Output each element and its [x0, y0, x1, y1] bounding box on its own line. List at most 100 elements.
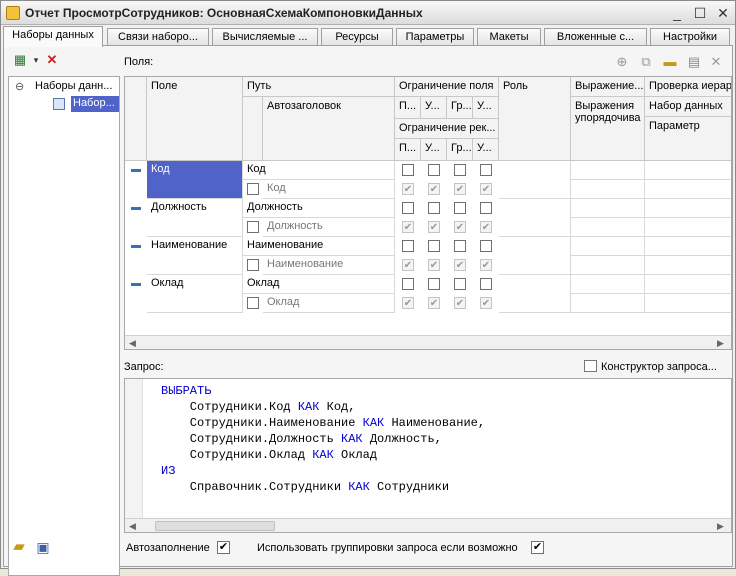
field-restriction-checkbox[interactable] [402, 278, 414, 290]
scroll-right-icon[interactable]: ▶ [717, 338, 724, 349]
req-restriction-checkbox[interactable]: ✔ [480, 221, 492, 233]
add-group-icon[interactable]: ▤ [686, 54, 702, 70]
field-order-expression-cell[interactable] [571, 218, 645, 237]
query-text[interactable]: ВЫБРАТЬ Сотрудники.Код КАК Код, Сотрудни… [161, 383, 485, 495]
req-restriction-checkbox[interactable]: ✔ [454, 183, 466, 195]
field-parameter-cell[interactable] [645, 294, 731, 313]
subcolumn-req-3[interactable]: Гр... [447, 139, 473, 161]
field-title-cell[interactable]: Оклад [263, 294, 395, 313]
field-restriction-checkbox[interactable] [454, 202, 466, 214]
req-restriction-checkbox[interactable]: ✔ [454, 297, 466, 309]
autotitle-checkbox[interactable] [247, 259, 259, 271]
tab-dataset-links[interactable]: Связи наборо... [107, 28, 209, 46]
tab-resources[interactable]: Ресурсы [321, 28, 393, 46]
close-button[interactable]: ✕ [713, 4, 733, 22]
field-hierarchy-cell[interactable] [645, 161, 731, 180]
req-restriction-checkbox[interactable]: ✔ [428, 221, 440, 233]
open-folder-icon[interactable]: ▰ [11, 539, 27, 555]
add-dataset-icon[interactable]: ▦ [12, 52, 28, 68]
subcolumn-field-1[interactable]: П... [395, 97, 421, 119]
field-name-cell[interactable]: Код [147, 161, 243, 199]
column-expression[interactable]: Выражение... [571, 77, 645, 97]
copy-field-icon[interactable]: ⧉ [638, 54, 654, 70]
field-role-cell[interactable] [499, 161, 571, 199]
column-parameter[interactable]: Параметр [645, 117, 731, 161]
column-path[interactable]: Путь [243, 77, 395, 97]
field-hierarchy-cell[interactable] [645, 275, 731, 294]
req-restriction-checkbox[interactable]: ✔ [428, 297, 440, 309]
req-restriction-checkbox[interactable]: ✔ [428, 183, 440, 195]
subcolumn-field-2[interactable]: У... [421, 97, 447, 119]
field-title-cell[interactable]: Должность [263, 218, 395, 237]
fields-hscrollbar[interactable]: ◀ ▶ [125, 335, 731, 349]
field-restriction-checkbox[interactable] [402, 240, 414, 252]
field-path-cell[interactable]: Наименование [243, 237, 395, 256]
autotitle-checkbox[interactable] [247, 221, 259, 233]
field-restriction-checkbox[interactable] [402, 164, 414, 176]
add-field-icon[interactable]: ⊕ [614, 54, 630, 70]
field-restriction-checkbox[interactable] [480, 240, 492, 252]
field-order-expression-cell[interactable] [571, 294, 645, 313]
tab-nested-schemas[interactable]: Вложенные с... [544, 28, 647, 46]
tab-calculated-fields[interactable]: Вычисляемые ... [212, 28, 318, 46]
column-field-restriction[interactable]: Ограничение поля [395, 77, 499, 97]
field-name-cell[interactable]: Наименование [147, 237, 243, 275]
column-dataset[interactable]: Набор данных [645, 97, 731, 117]
field-parameter-cell[interactable] [645, 218, 731, 237]
field-title-cell[interactable]: Наименование [263, 256, 395, 275]
field-hierarchy-cell[interactable] [645, 237, 731, 256]
req-restriction-checkbox[interactable]: ✔ [454, 221, 466, 233]
field-restriction-checkbox[interactable] [428, 164, 440, 176]
field-role-cell[interactable] [499, 237, 571, 275]
tab-parameters[interactable]: Параметры [396, 28, 474, 46]
query-scroll-thumb[interactable] [155, 521, 275, 531]
field-restriction-checkbox[interactable] [402, 202, 414, 214]
field-role-cell[interactable] [499, 275, 571, 313]
req-restriction-checkbox[interactable]: ✔ [480, 259, 492, 271]
column-field[interactable]: Поле [147, 77, 243, 161]
query-editor[interactable]: ВЫБРАТЬ Сотрудники.Код КАК Код, Сотрудни… [124, 378, 732, 533]
req-restriction-checkbox[interactable]: ✔ [402, 221, 414, 233]
field-expression-cell[interactable] [571, 161, 645, 180]
field-role-cell[interactable] [499, 199, 571, 237]
tab-layouts[interactable]: Макеты [477, 28, 541, 46]
field-title-cell[interactable]: Код [263, 180, 395, 199]
field-name-cell[interactable]: Оклад [147, 275, 243, 313]
req-restriction-checkbox[interactable]: ✔ [402, 183, 414, 195]
field-expression-cell[interactable] [571, 237, 645, 256]
req-restriction-checkbox[interactable]: ✔ [454, 259, 466, 271]
tree-toggle-icon[interactable]: ⊖ [15, 80, 24, 93]
autotitle-checkbox[interactable] [247, 297, 259, 309]
dropdown-arrow-icon[interactable]: ▾ [28, 52, 44, 68]
column-hierarchy-check[interactable]: Проверка иерар [645, 77, 731, 97]
field-path-cell[interactable]: Код [243, 161, 395, 180]
field-order-expression-cell[interactable] [571, 256, 645, 275]
field-hierarchy-cell[interactable] [645, 199, 731, 218]
tab-settings[interactable]: Настройки [650, 28, 730, 46]
field-restriction-checkbox[interactable] [428, 240, 440, 252]
req-restriction-checkbox[interactable]: ✔ [428, 259, 440, 271]
field-expression-cell[interactable] [571, 275, 645, 294]
subcolumn-req-2[interactable]: У... [421, 139, 447, 161]
column-req-restriction[interactable]: Ограничение рек... [395, 119, 499, 139]
field-restriction-checkbox[interactable] [480, 164, 492, 176]
field-restriction-checkbox[interactable] [454, 164, 466, 176]
req-restriction-checkbox[interactable]: ✔ [480, 183, 492, 195]
scroll-left-icon[interactable]: ◀ [129, 338, 136, 349]
field-restriction-checkbox[interactable] [480, 202, 492, 214]
field-name-cell[interactable]: Должность [147, 199, 243, 237]
delete-dataset-icon[interactable]: ✕ [44, 52, 60, 68]
tab-datasets[interactable]: Наборы данных [3, 26, 103, 47]
delete-field-icon[interactable]: ✕ [708, 54, 724, 70]
column-autotitle[interactable]: Автозаголовок [263, 97, 395, 161]
subcolumn-req-1[interactable]: П... [395, 139, 421, 161]
column-order-expression[interactable]: Выражения упорядочива [571, 97, 645, 161]
field-restriction-checkbox[interactable] [428, 278, 440, 290]
tree-root-item[interactable]: Наборы данн... [35, 80, 112, 92]
field-parameter-cell[interactable] [645, 180, 731, 199]
query-scroll-left-icon[interactable]: ◀ [129, 521, 136, 532]
tree-dataset-item[interactable]: Набор... [71, 96, 119, 112]
field-restriction-checkbox[interactable] [454, 278, 466, 290]
field-path-cell[interactable]: Должность [243, 199, 395, 218]
field-parameter-cell[interactable] [645, 256, 731, 275]
